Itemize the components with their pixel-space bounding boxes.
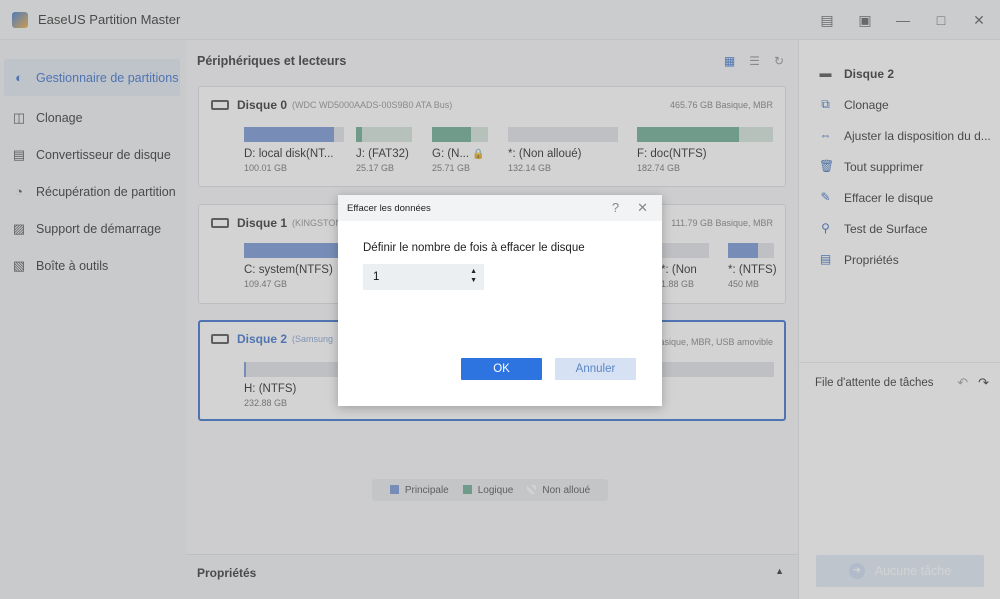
wipe-count-value: 1 <box>373 271 380 283</box>
stepper-arrows: ▲ ▼ <box>470 267 477 285</box>
dialog-header: Effacer les données ? ✕ <box>338 195 662 221</box>
wipe-data-dialog: Effacer les données ? ✕ Définir le nombr… <box>338 195 662 406</box>
cancel-button[interactable]: Annuler <box>555 358 636 380</box>
help-icon[interactable]: ? <box>612 200 619 216</box>
dialog-title: Effacer les données <box>347 202 431 214</box>
close-icon[interactable]: ✕ <box>637 200 648 216</box>
ok-button[interactable]: OK <box>461 358 542 380</box>
wipe-count-label: Définir le nombre de fois à effacer le d… <box>363 242 585 254</box>
decrement-icon[interactable]: ▼ <box>470 276 477 285</box>
increment-icon[interactable]: ▲ <box>470 267 477 276</box>
dialog-controls: ? ✕ <box>612 200 648 216</box>
wipe-count-stepper[interactable]: 1 ▲ ▼ <box>363 264 484 290</box>
